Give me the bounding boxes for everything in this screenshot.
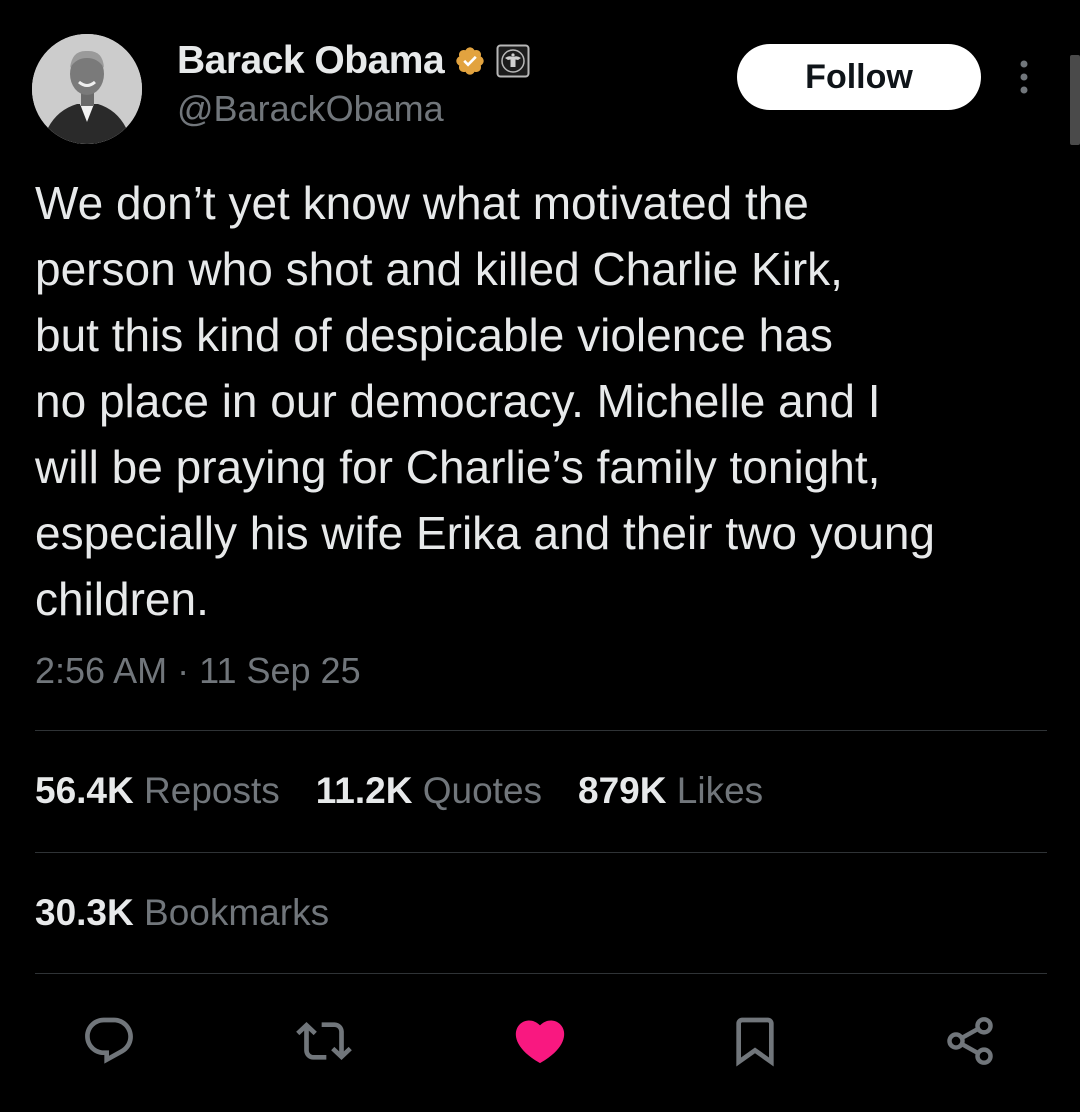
reply-icon (81, 1013, 137, 1074)
follow-button[interactable]: Follow (737, 44, 981, 110)
quotes-count: 11.2K (315, 770, 413, 811)
reposts-count: 56.4K (35, 770, 134, 811)
avatar[interactable] (32, 34, 142, 144)
bookmarks-label: Bookmarks (144, 892, 330, 933)
tweet-text: We don’t yet know what motivated the per… (35, 177, 936, 625)
like-button[interactable] (508, 1013, 572, 1073)
engagement-stats: 56.4K Reposts 11.2K Quotes 879K Likes (35, 770, 763, 812)
scrollbar-thumb[interactable] (1070, 55, 1080, 145)
author-name-row: Barack Obama (177, 38, 530, 84)
more-options-icon[interactable] (1010, 56, 1038, 98)
likes-stat[interactable]: 879K Likes (578, 770, 763, 812)
timestamp-separator: · (177, 650, 190, 691)
bookmark-button[interactable] (723, 1013, 787, 1073)
bookmark-icon (727, 1013, 783, 1074)
tweet-date[interactable]: 11 Sep 25 (199, 650, 360, 691)
repost-icon (296, 1013, 352, 1074)
tweet-time[interactable]: 2:56 AM (35, 650, 167, 691)
divider (35, 973, 1047, 974)
heart-icon (511, 1012, 569, 1075)
avatar-image (32, 34, 142, 144)
author-handle[interactable]: @BarackObama (177, 88, 444, 130)
bookmarks-count: 30.3K (35, 892, 134, 933)
tweet-timestamp: 2:56 AM · 11 Sep 25 (35, 650, 361, 692)
bookmarks-stat: 30.3K Bookmarks (35, 892, 329, 934)
likes-label: Likes (676, 770, 764, 811)
verified-badge-icon[interactable] (454, 45, 486, 77)
reposts-stat[interactable]: 56.4K Reposts (35, 770, 280, 812)
share-button[interactable] (938, 1013, 1002, 1073)
quotes-label: Quotes (422, 770, 543, 811)
share-icon (942, 1013, 998, 1074)
quotes-stat[interactable]: 11.2K Quotes (316, 770, 542, 812)
repost-button[interactable] (292, 1013, 356, 1073)
reply-button[interactable] (77, 1013, 141, 1073)
government-seal-icon[interactable] (496, 44, 530, 78)
divider (35, 730, 1047, 731)
reposts-label: Reposts (144, 770, 280, 811)
divider (35, 852, 1047, 853)
author-display-name[interactable]: Barack Obama (177, 39, 445, 83)
likes-count: 879K (578, 770, 667, 811)
